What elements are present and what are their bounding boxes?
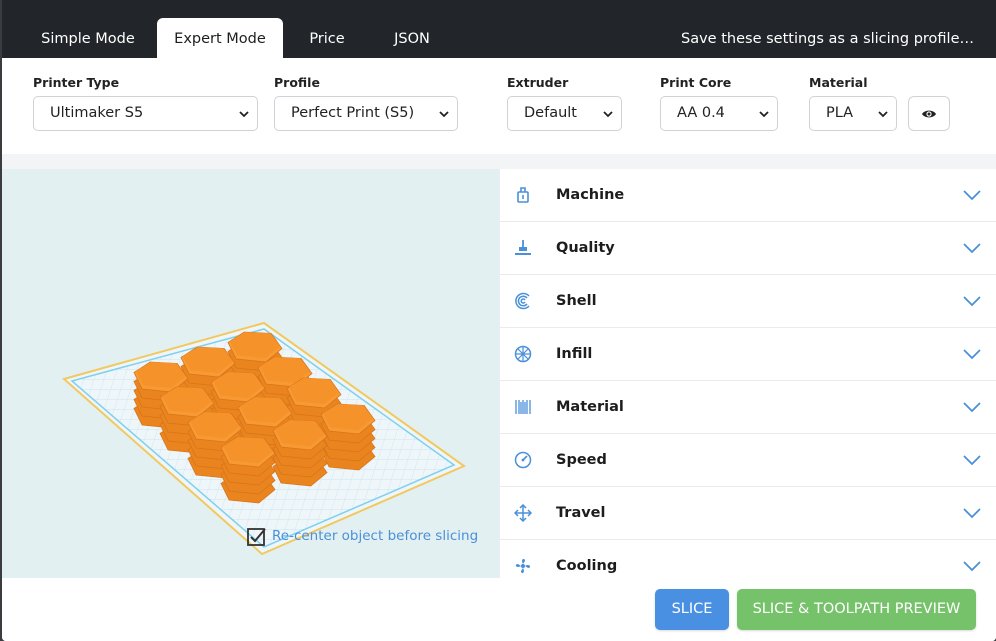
save-profile-link[interactable]: Save these settings as a slicing profile… <box>681 18 974 58</box>
material-icon <box>515 400 531 414</box>
chevron-down-icon <box>963 455 981 466</box>
infill-icon <box>514 345 532 363</box>
chevron-down-icon <box>963 349 981 360</box>
section-label: Cooling <box>556 558 618 574</box>
section-shell[interactable]: Shell <box>500 275 996 328</box>
chevron-down-icon <box>963 190 981 201</box>
chevron-down-icon <box>963 296 981 307</box>
settings-panel: Machine Quality Shell Infill Material Sp… <box>499 169 996 578</box>
checkbox-checked-icon[interactable] <box>246 525 268 547</box>
section-quality[interactable]: Quality <box>500 222 996 275</box>
chevron-down-icon <box>963 243 981 254</box>
cooling-icon <box>515 558 531 574</box>
material-value: PLA <box>826 105 854 121</box>
chevron-down-icon <box>963 402 981 413</box>
printer-icon <box>517 187 529 203</box>
material-select[interactable]: PLA <box>809 96 897 131</box>
print-core-label: Print Core <box>660 75 732 90</box>
eye-icon <box>922 110 936 117</box>
build-plate-scene <box>61 321 467 556</box>
profile-label: Profile <box>274 75 320 90</box>
section-label: Quality <box>556 240 615 256</box>
chevron-down-icon <box>963 508 981 519</box>
printed-part <box>320 403 376 471</box>
material-label: Material <box>809 75 868 90</box>
slice-preview-button[interactable]: SLICE & TOOLPATH PREVIEW <box>737 589 976 630</box>
section-label: Travel <box>556 505 606 521</box>
chevron-down-icon <box>878 111 888 118</box>
extruder-value: Default <box>524 105 577 121</box>
section-material[interactable]: Material <box>500 381 996 434</box>
recenter-option[interactable]: Re-center object before slicing <box>246 525 478 547</box>
travel-icon <box>514 504 532 522</box>
print-core-select[interactable]: AA 0.4 <box>660 96 778 131</box>
print-core-value: AA 0.4 <box>677 105 725 121</box>
printer-type-value: Ultimaker S5 <box>50 105 144 121</box>
chevron-down-icon <box>963 561 981 572</box>
printer-type-select[interactable]: Ultimaker S5 <box>33 96 258 131</box>
section-speed[interactable]: Speed <box>500 434 996 487</box>
chevron-down-icon <box>239 111 249 118</box>
recenter-label: Re-center object before slicing <box>272 528 479 544</box>
tab-simple-mode[interactable]: Simple Mode <box>24 18 152 58</box>
tab-expert-mode[interactable]: Expert Mode <box>157 18 283 58</box>
printer-type-label: Printer Type <box>33 75 120 90</box>
section-label: Speed <box>556 452 607 468</box>
slicing-dialog: Simple Mode Expert Mode Price JSON Save … <box>2 0 996 641</box>
section-label: Machine <box>556 187 625 203</box>
chevron-down-icon <box>603 111 613 118</box>
section-infill[interactable]: Infill <box>500 328 996 381</box>
section-travel[interactable]: Travel <box>500 487 996 540</box>
section-label: Material <box>556 399 624 415</box>
model-viewport[interactable] <box>2 169 499 578</box>
section-label: Shell <box>556 293 597 309</box>
printed-part <box>272 419 328 487</box>
slice-button[interactable]: SLICE <box>655 589 729 630</box>
shell-icon <box>515 292 530 310</box>
chevron-down-icon <box>759 111 769 118</box>
section-machine[interactable]: Machine <box>500 169 996 222</box>
speed-icon <box>514 451 532 469</box>
extruder-label: Extruder <box>507 75 569 90</box>
tab-price[interactable]: Price <box>292 18 362 58</box>
printed-part <box>220 436 276 504</box>
divider-band <box>2 154 996 169</box>
chevron-down-icon <box>439 111 449 118</box>
section-label: Infill <box>556 346 593 362</box>
profile-select[interactable]: Perfect Print (S5) <box>274 96 458 131</box>
profile-value: Perfect Print (S5) <box>291 105 415 121</box>
tab-json[interactable]: JSON <box>374 18 450 58</box>
extruder-select[interactable]: Default <box>507 96 622 131</box>
section-cooling[interactable]: Cooling <box>500 540 996 578</box>
material-view-button[interactable] <box>908 96 950 131</box>
quality-icon <box>515 240 531 255</box>
